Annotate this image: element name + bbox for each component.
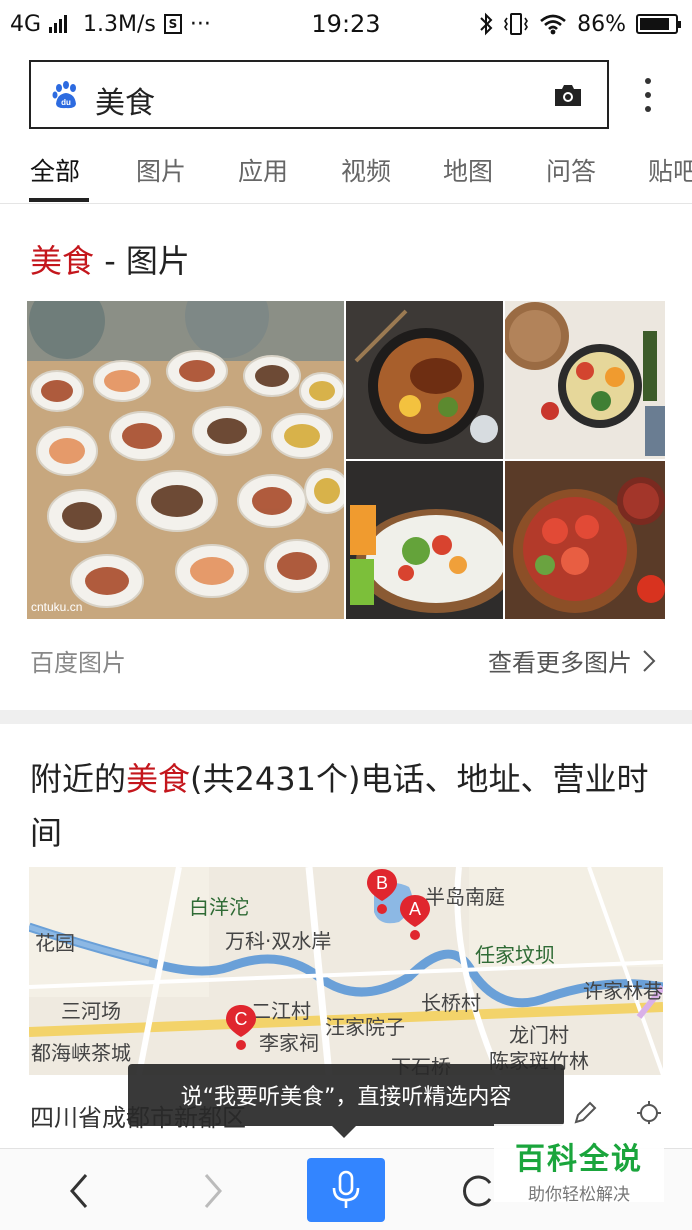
images-section-title[interactable]: 美食 - 图片	[30, 236, 190, 282]
food-photo-5[interactable]	[505, 461, 665, 619]
tab-images[interactable]: 图片	[136, 152, 186, 188]
title-rest: - 图片	[94, 242, 190, 280]
map-label: 三河场	[61, 999, 121, 1023]
map-label: 汪家院子	[325, 1015, 405, 1039]
status-bar: 4G 1.3M/s S ··· 19:23 86%	[0, 0, 692, 48]
title-keyword: 美食	[30, 242, 95, 280]
more-images-link[interactable]: 查看更多图片	[488, 643, 656, 678]
edit-icon[interactable]	[572, 1100, 598, 1126]
image-source-label: 百度图片	[30, 649, 126, 677]
map-pin-c[interactable]: C	[224, 1003, 258, 1051]
locate-icon[interactable]	[636, 1100, 662, 1126]
refresh-icon[interactable]	[460, 1171, 496, 1211]
food-photo-4[interactable]	[346, 461, 503, 619]
map-label: 花园	[35, 931, 75, 955]
chevron-right-icon	[643, 649, 656, 672]
more-images-label: 查看更多图片	[488, 649, 632, 677]
nearby-map[interactable]: 白洋沱 万科·双水岸 花园 三河场 都海峡茶城 二江村 汪家院子 长桥村 任家坟…	[29, 867, 663, 1075]
nearby-title[interactable]: 附近的美食(共2431个)电话、地址、营业时间	[30, 752, 670, 860]
food-photo-3[interactable]	[505, 301, 665, 459]
vibrate-icon	[504, 13, 529, 35]
camera-icon[interactable]	[553, 83, 583, 107]
tab-map[interactable]: 地图	[443, 152, 493, 188]
tab-tieba[interactable]: 贴吧	[648, 152, 692, 188]
pin-label: A	[409, 899, 421, 919]
tab-bar: 全部 图片 应用 视频 地图 问答 贴吧	[0, 140, 692, 204]
brand-watermark: 百科全说 助你轻松解决	[494, 1124, 664, 1205]
map-pin-a[interactable]: A	[398, 893, 432, 941]
map-label: 龙门村	[509, 1023, 569, 1047]
image-watermark: cntuku.cn	[31, 600, 82, 614]
bluetooth-icon	[480, 12, 493, 36]
tab-qa[interactable]: 问答	[546, 152, 596, 188]
search-box[interactable]: du 美食	[29, 60, 609, 129]
back-arrow-icon[interactable]	[64, 1171, 94, 1211]
active-tab-indicator	[29, 198, 89, 202]
map-label: 许家林巷	[583, 979, 663, 1003]
food-photo-1[interactable]: cntuku.cn	[27, 301, 344, 619]
food-photo-2[interactable]	[346, 301, 503, 459]
map-label: 万科·双水岸	[225, 929, 332, 953]
pin-label: C	[235, 1009, 248, 1029]
voice-search-button[interactable]	[307, 1158, 385, 1222]
tab-all[interactable]: 全部	[30, 152, 80, 188]
brand-subtitle: 助你轻松解决	[528, 1185, 630, 1205]
microphone-icon	[332, 1170, 360, 1208]
nearby-title-keyword: 美食	[126, 760, 191, 798]
tab-video[interactable]: 视频	[341, 152, 391, 188]
map-label: 任家坟坝	[475, 943, 555, 967]
voice-tooltip: 说“我要听美食”，直接听精选内容	[128, 1064, 564, 1138]
map-label: 二江村	[251, 999, 311, 1023]
more-menu-icon[interactable]	[640, 78, 656, 112]
battery-icon	[636, 14, 681, 34]
tab-apps[interactable]: 应用	[238, 152, 288, 188]
map-label: 长桥村	[421, 991, 481, 1015]
map-label: 半岛南庭	[425, 885, 505, 909]
svg-text:du: du	[61, 98, 71, 107]
search-input[interactable]: 美食	[95, 78, 155, 122]
map-label: 都海峡茶城	[31, 1041, 131, 1065]
forward-arrow-icon[interactable]	[198, 1171, 228, 1211]
baidu-paw-icon: du	[52, 81, 76, 109]
map-label: 李家祠	[259, 1031, 319, 1055]
map-pin-b[interactable]: B	[365, 867, 399, 915]
wifi-icon	[540, 14, 566, 35]
battery-percent: 86%	[577, 11, 626, 37]
nearby-title-prefix: 附近的	[30, 760, 127, 798]
pin-label: B	[376, 873, 388, 893]
section-divider	[0, 710, 692, 724]
map-label: 白洋沱	[189, 895, 249, 919]
brand-title: 百科全说	[515, 1142, 643, 1177]
image-gallery: cntuku.cn	[27, 301, 665, 619]
